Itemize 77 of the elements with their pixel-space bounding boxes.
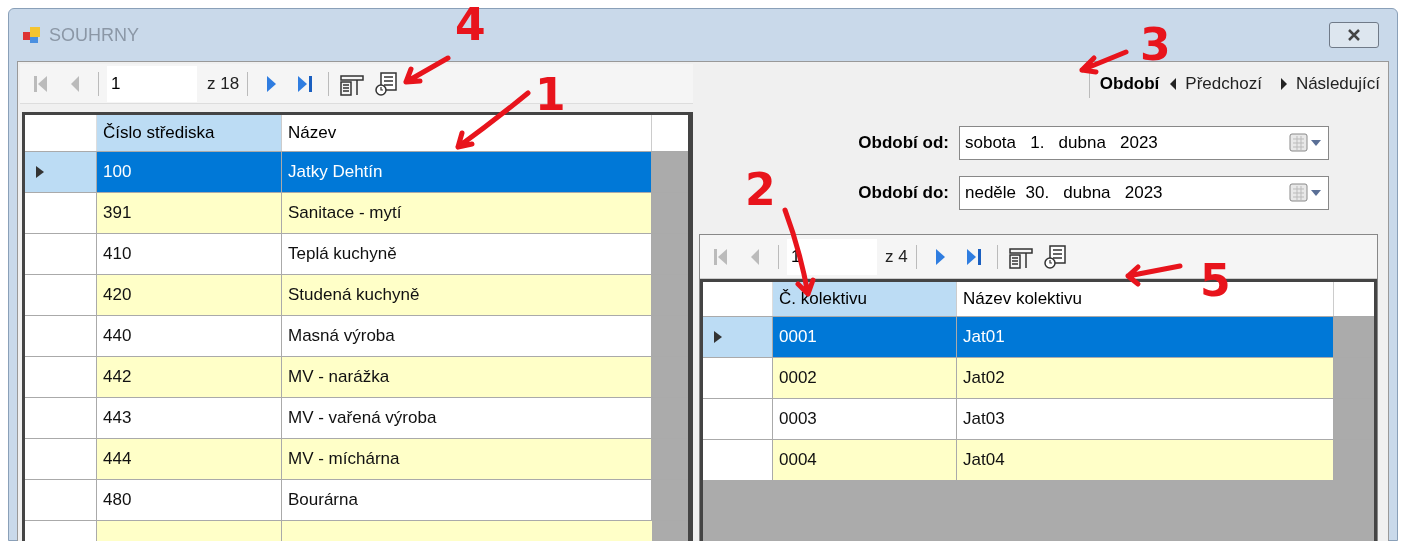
document-clock-icon [374,71,399,96]
row-header[interactable] [703,399,773,439]
annotation-arrow [1125,263,1183,287]
previous-button[interactable]: Předchozí [1169,71,1262,97]
annotation-number: 4 [455,0,486,50]
period-label: Období [1099,73,1160,96]
table-cell: Jat03 [957,399,1334,439]
row-header[interactable] [703,440,773,480]
calendar-dropdown-icon [1289,133,1323,153]
calendar-dropdown-icon [1289,183,1323,203]
row-header[interactable] [25,480,97,520]
field-label: Období do: [857,182,950,205]
row-header[interactable] [25,234,97,274]
table-cell: 391 [97,193,282,233]
row-header[interactable] [703,317,773,357]
table-cell: 0002 [773,358,957,398]
table-cell: Sanitace - mytí [282,193,652,233]
page-count: z 4 [885,245,908,268]
row-header[interactable] [25,316,97,356]
table-cell: Teplá kuchyně [282,234,652,274]
right-triangle-icon [1279,77,1288,91]
annotation-arrow [1079,49,1129,75]
table-cell: 0003 [773,399,957,439]
table-cell: Bourárna [282,480,652,520]
row-header[interactable] [25,152,97,192]
row-header[interactable] [25,398,97,438]
table-cell: 100 [97,152,282,192]
table-cell: Jat04 [957,440,1334,480]
table-cell: Jatky Dehtín [282,152,652,192]
app-icon [23,26,41,44]
document-clock-icon [1042,244,1067,269]
table-cell: 410 [97,234,282,274]
next-icon [265,74,278,93]
table-cell: 442 [97,357,282,397]
first-icon [33,74,49,93]
table-cell: Studená kuchyně [282,275,652,315]
row-header[interactable] [25,193,97,233]
table-cell: 480 [97,480,282,520]
date-picker[interactable]: sobota 1. dubna 2023 [959,126,1329,160]
page-count: z 18 [207,72,240,95]
annotation-number: 2 [745,164,776,215]
row-header[interactable] [25,439,97,479]
table-cell: 440 [97,316,282,356]
table-cell: 0001 [773,317,957,357]
row-pointer-icon [713,330,723,344]
annotation-number: 3 [1140,19,1171,70]
table-cell: Masná výroba [282,316,652,356]
next-button[interactable]: Následující [1279,71,1380,97]
row-header[interactable] [25,357,97,397]
window-title: SOUHRNY [49,23,139,47]
last-icon [965,247,982,266]
column-header[interactable]: Č. kolektivu [773,282,957,316]
annotation-arrow [403,55,451,85]
previous-icon [69,74,81,93]
table-cell: MV - narážka [282,357,652,397]
close-icon [1347,29,1361,41]
close-button[interactable] [1329,22,1379,48]
table-cell: MV - míchárna [282,439,652,479]
row-header[interactable] [25,275,97,315]
table-cell: Jat01 [957,317,1334,357]
table-cell: Jat02 [957,358,1334,398]
row-pointer-icon [35,165,45,179]
first-icon [713,247,729,266]
field-label: Období od: [857,132,950,155]
date-picker[interactable]: neděle 30. dubna 2023 [959,176,1329,210]
next-icon [933,247,946,266]
left-triangle-icon [1169,77,1178,91]
previous-icon [749,247,761,266]
table-cell: 0004 [773,440,957,480]
column-header[interactable]: Číslo střediska [97,115,282,151]
table-cell: MV - vařená výroba [282,398,652,438]
table-cell: 443 [97,398,282,438]
table-cell: 420 [97,275,282,315]
last-icon [297,74,314,93]
row-header[interactable] [703,358,773,398]
table-cell: 444 [97,439,282,479]
position-field[interactable]: 1 [107,65,197,102]
